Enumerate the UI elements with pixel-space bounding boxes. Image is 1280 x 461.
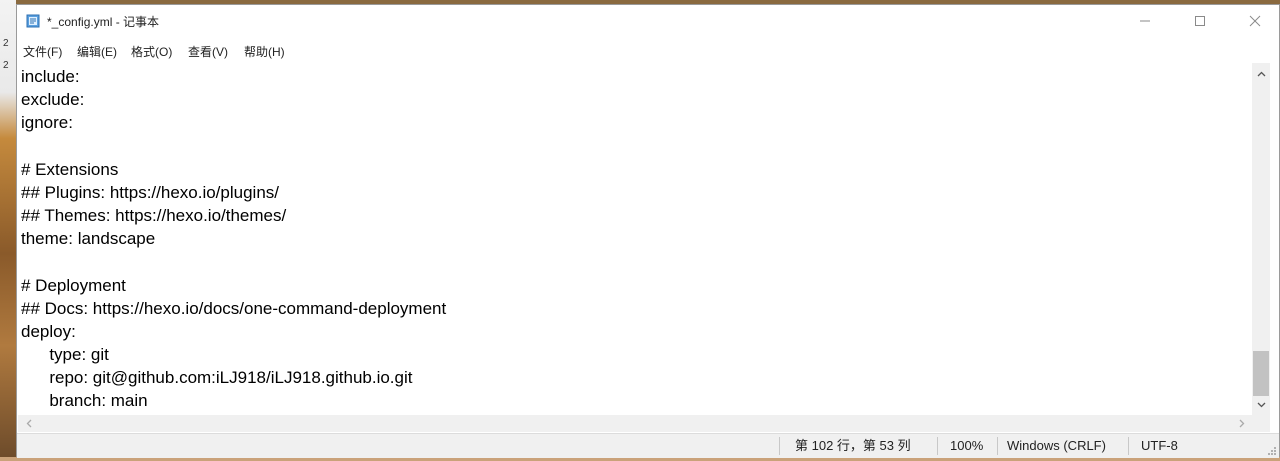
- chevron-right-icon: [1239, 419, 1244, 428]
- horizontal-scrollbar[interactable]: [18, 415, 1252, 432]
- scroll-down-button[interactable]: [1252, 396, 1270, 413]
- window-title: *_config.yml - 记事本: [47, 15, 160, 29]
- editor-line: ## Themes: https://hexo.io/themes/: [21, 206, 287, 225]
- chevron-down-icon: [1257, 402, 1265, 407]
- desktop-text: 2: [3, 38, 9, 49]
- text-editor-area[interactable]: include: exclude: ignore: # Extensions #…: [18, 63, 1252, 415]
- close-icon: [1249, 15, 1260, 27]
- minimize-icon: [1139, 20, 1150, 22]
- menu-edit[interactable]: 编辑(E): [77, 43, 117, 60]
- scroll-up-button[interactable]: [1252, 65, 1270, 82]
- status-divider: [1128, 437, 1129, 455]
- status-divider: [779, 437, 780, 455]
- status-divider: [997, 437, 998, 455]
- maximize-button[interactable]: [1177, 5, 1222, 37]
- desktop-background-left: 2 2: [0, 0, 16, 461]
- editor-line: deploy:: [21, 322, 76, 341]
- chevron-up-icon: [1257, 71, 1265, 76]
- close-button[interactable]: [1232, 5, 1277, 37]
- maximize-icon: [1194, 16, 1205, 26]
- editor-line: exclude:: [21, 90, 85, 109]
- title-bar[interactable]: *_config.yml - 记事本: [17, 5, 1279, 37]
- encoding: UTF-8: [1141, 438, 1178, 453]
- vertical-scroll-thumb[interactable]: [1253, 351, 1269, 396]
- menu-bar: 文件(F) 编辑(E) 格式(O) 查看(V) 帮助(H): [17, 38, 1279, 60]
- scroll-right-button[interactable]: [1233, 415, 1250, 432]
- editor-line: ignore:: [21, 113, 73, 132]
- notepad-window: *_config.yml - 记事本 文件(F) 编辑(E) 格式(O) 查看(…: [16, 4, 1280, 458]
- editor-line: theme: landscape: [21, 229, 156, 248]
- line-ending: Windows (CRLF): [1007, 438, 1106, 453]
- desktop-text: 2: [3, 60, 9, 71]
- resize-grip-icon[interactable]: [1267, 446, 1277, 456]
- vertical-scrollbar[interactable]: [1252, 63, 1270, 415]
- scroll-left-button[interactable]: [20, 415, 37, 432]
- zoom-level: 100%: [950, 438, 984, 453]
- menu-help[interactable]: 帮助(H): [244, 43, 285, 60]
- notepad-app-icon: [26, 14, 40, 28]
- cursor-position: 第 102 行，第 53 列: [795, 438, 911, 453]
- chevron-left-icon: [26, 419, 31, 428]
- editor-line: branch: main: [21, 391, 148, 410]
- status-bar: 第 102 行，第 53 列 100% Windows (CRLF) UTF-8: [17, 433, 1279, 458]
- minimize-button[interactable]: [1122, 5, 1167, 37]
- editor-line: repo: git@github.com:iLJ918/iLJ918.githu…: [21, 368, 413, 387]
- menu-view[interactable]: 查看(V): [188, 43, 228, 60]
- editor-line: ## Docs: https://hexo.io/docs/one-comman…: [21, 299, 447, 318]
- editor-line: include:: [21, 67, 80, 86]
- status-divider: [937, 437, 938, 455]
- editor-line: ## Plugins: https://hexo.io/plugins/: [21, 183, 279, 202]
- menu-file[interactable]: 文件(F): [23, 43, 62, 60]
- editor-line: # Deployment: [21, 276, 126, 295]
- editor-line: # Extensions: [21, 160, 119, 179]
- menu-format[interactable]: 格式(O): [131, 43, 172, 60]
- editor-line: type: git: [21, 345, 109, 364]
- scrollbar-corner: [1252, 415, 1270, 432]
